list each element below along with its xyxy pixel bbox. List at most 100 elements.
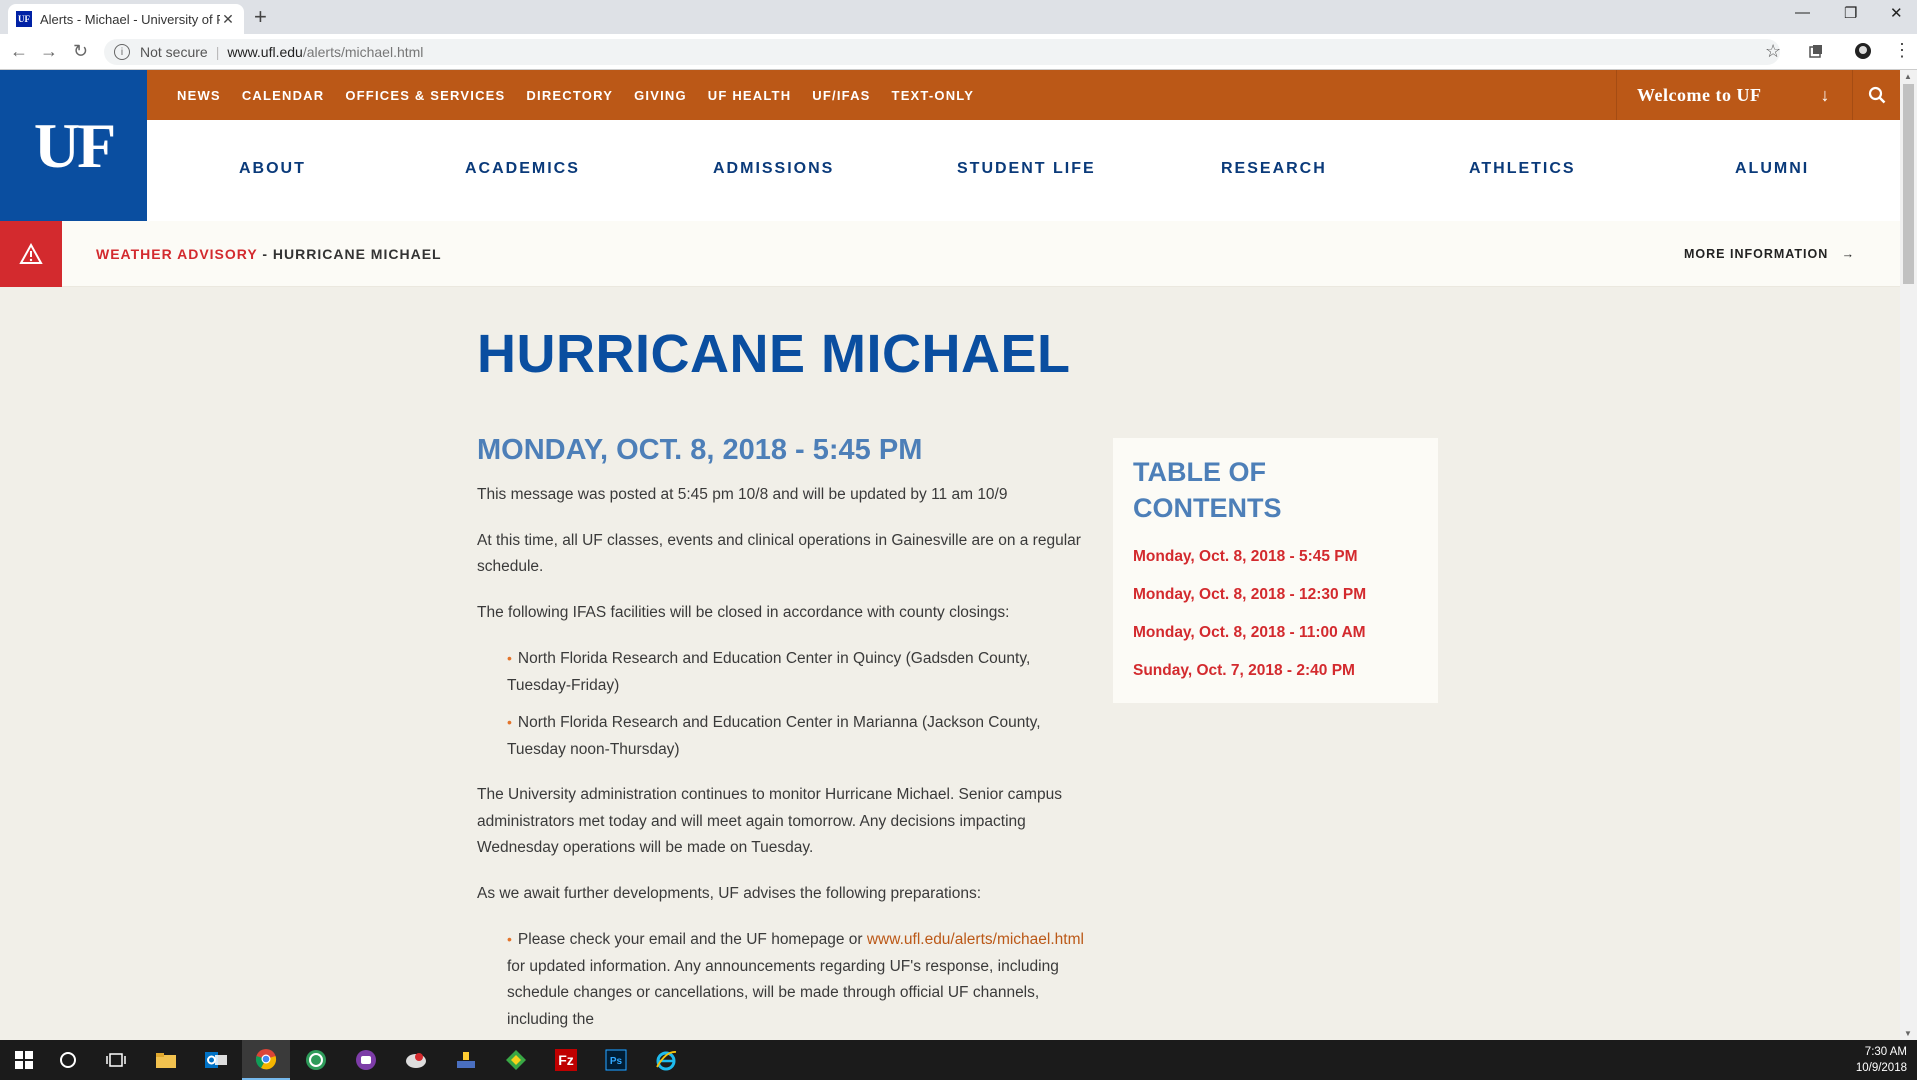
internet-explorer-icon[interactable] xyxy=(642,1040,690,1080)
search-icon xyxy=(1868,86,1885,104)
file-explorer-icon[interactable] xyxy=(142,1040,190,1080)
chrome-icon[interactable] xyxy=(242,1040,290,1080)
main-nav-alumni[interactable]: ALUMNI xyxy=(1735,160,1809,178)
toc-title: TABLE OF CONTENTS xyxy=(1133,457,1282,523)
main-nav-student-life[interactable]: STUDENT LIFE xyxy=(957,160,1096,178)
list-item: • North Florida Research and Education Ce… xyxy=(507,714,1041,758)
diamond-app-icon[interactable] xyxy=(492,1040,540,1080)
main-nav-about[interactable]: ABOUT xyxy=(239,160,306,178)
closures-list: • North Florida Research and Education Ce… xyxy=(507,645,1097,763)
alert-title: HURRICANE MICHAEL xyxy=(272,246,442,262)
system-clock[interactable]: 7:30 AM 10/9/2018 xyxy=(1856,1044,1907,1076)
restore-icon[interactable]: ❐ xyxy=(1844,4,1857,22)
svg-text:Ps: Ps xyxy=(610,1056,623,1067)
alert-type[interactable]: WEATHER ADVISORY xyxy=(96,246,257,262)
main-nav: ABOUT ACADEMICS ADMISSIONS STUDENT LIFE … xyxy=(147,120,1900,221)
toc-link[interactable]: Monday, Oct. 8, 2018 - 5:45 PM xyxy=(1133,548,1418,566)
minimize-icon[interactable]: — xyxy=(1795,4,1810,21)
nav-directory[interactable]: DIRECTORY xyxy=(526,88,613,103)
close-tab-icon[interactable]: ✕ xyxy=(220,11,236,28)
address-toolbar: ← → ↻ i Not secure | www.ufl.edu/alerts/… xyxy=(0,34,1917,70)
back-icon[interactable]: ← xyxy=(10,41,28,62)
url-text[interactable]: www.ufl.edu/alerts/michael.html xyxy=(227,44,423,60)
nav-news[interactable]: NEWS xyxy=(177,88,221,103)
page-viewport: UF NEWS CALENDAR OFFICES & SERVICES DIRE… xyxy=(0,70,1900,1040)
nav-uf-ifas[interactable]: UF/IFAS xyxy=(812,88,870,103)
bullet-icon: • xyxy=(507,931,512,947)
section-heading: MONDAY, OCT. 8, 2018 - 5:45 PM xyxy=(477,434,923,466)
more-information-link[interactable]: MORE INFORMATION → xyxy=(1684,247,1855,261)
purple-app-icon[interactable] xyxy=(342,1040,390,1080)
list-item: • North Florida Research and Education Ce… xyxy=(507,650,1031,694)
paragraph: At this time, all UF classes, events and… xyxy=(477,531,1081,576)
uf-favicon-icon: UF xyxy=(16,11,32,27)
browser-tab-bar: UF Alerts - Michael - University of Fl ✕… xyxy=(0,0,1917,34)
nav-offices-services[interactable]: OFFICES & SERVICES xyxy=(345,88,505,103)
scroll-thumb[interactable] xyxy=(1903,84,1914,284)
browser-tab[interactable]: UF Alerts - Michael - University of Fl ✕ xyxy=(8,4,244,34)
warning-icon xyxy=(0,221,62,287)
nav-text-only[interactable]: TEXT-ONLY xyxy=(892,88,975,103)
nav-calendar[interactable]: CALENDAR xyxy=(242,88,325,103)
paragraph: The following IFAS facilities will be cl… xyxy=(477,603,1010,621)
bullet-icon: • xyxy=(507,714,512,730)
url-omnibox[interactable]: i Not secure | www.ufl.edu/alerts/michae… xyxy=(104,39,1780,65)
uf-logo[interactable]: UF xyxy=(0,70,147,221)
paragraph: As we await further developments, UF adv… xyxy=(477,884,981,902)
network-app-icon[interactable] xyxy=(442,1040,490,1080)
main-nav-admissions[interactable]: ADMISSIONS xyxy=(713,160,834,178)
profile-avatar[interactable] xyxy=(1855,43,1871,59)
paragraph: This message was posted at 5:45 pm 10/8 … xyxy=(477,486,1008,503)
green-app-icon[interactable] xyxy=(292,1040,340,1080)
clock-time: 7:30 AM xyxy=(1864,1046,1907,1058)
tab-title: Alerts - Michael - University of Fl xyxy=(40,11,220,27)
alert-banner: WEATHER ADVISORY - HURRICANE MICHAEL MOR… xyxy=(0,221,1900,287)
cortana-icon[interactable] xyxy=(44,1040,92,1080)
main-nav-research[interactable]: RESEARCH xyxy=(1221,160,1327,178)
article-body: This message was posted at 5:45 pm 10/8 … xyxy=(477,482,1097,1040)
scroll-down-icon[interactable]: ▼ xyxy=(1904,1029,1912,1038)
toc-link[interactable]: Sunday, Oct. 7, 2018 - 2:40 PM xyxy=(1133,662,1418,680)
page-scrollbar[interactable]: ▲ ▼ xyxy=(1900,70,1917,1040)
main-nav-athletics[interactable]: ATHLETICS xyxy=(1469,160,1576,178)
task-view-icon[interactable] xyxy=(92,1040,140,1080)
filezilla-icon[interactable]: Fz xyxy=(542,1040,590,1080)
toc-link[interactable]: Monday, Oct. 8, 2018 - 12:30 PM xyxy=(1133,586,1418,604)
bookmark-star-icon[interactable]: ☆ xyxy=(1765,41,1781,62)
welcome-label: Welcome to UF xyxy=(1637,84,1762,105)
windows-taskbar: Fz Ps 7:30 AM 10/9/2018 xyxy=(0,1040,1917,1080)
photoshop-icon[interactable]: Ps xyxy=(592,1040,640,1080)
security-status: Not secure xyxy=(140,44,208,60)
nav-uf-health[interactable]: UF HEALTH xyxy=(708,88,792,103)
main-nav-academics[interactable]: ACADEMICS xyxy=(465,160,580,178)
scroll-up-icon[interactable]: ▲ xyxy=(1904,72,1912,81)
clock-date: 10/9/2018 xyxy=(1855,1062,1907,1074)
page-title: HURRICANE MICHAEL xyxy=(477,324,1071,384)
utility-links: NEWS CALENDAR OFFICES & SERVICES DIRECTO… xyxy=(177,70,974,120)
utility-nav: NEWS CALENDAR OFFICES & SERVICES DIRECTO… xyxy=(147,70,1900,120)
forward-icon[interactable]: → xyxy=(40,41,58,62)
pinned-app-icon[interactable] xyxy=(392,1040,440,1080)
arrow-down-icon: ↓ xyxy=(1820,84,1830,105)
reload-icon[interactable]: ↻ xyxy=(73,41,88,62)
welcome-dropdown[interactable]: Welcome to UF ↓ xyxy=(1616,70,1853,120)
bullet-icon: • xyxy=(507,650,512,666)
info-icon[interactable]: i xyxy=(114,44,130,60)
preparations-list: • Please check your email and the UF home… xyxy=(507,926,1097,1033)
alert-label: WEATHER ADVISORY - HURRICANE MICHAEL xyxy=(96,246,442,262)
svg-text:Fz: Fz xyxy=(558,1052,574,1068)
table-of-contents: TABLE OF CONTENTS Monday, Oct. 8, 2018 -… xyxy=(1113,438,1438,703)
nav-giving[interactable]: GIVING xyxy=(634,88,687,103)
search-button[interactable] xyxy=(1853,70,1900,120)
menu-kebab-icon[interactable]: ⋮ xyxy=(1893,40,1911,61)
new-tab-icon[interactable]: + xyxy=(254,6,267,28)
paragraph: The University administration continues … xyxy=(477,786,1062,856)
outlook-icon[interactable] xyxy=(192,1040,240,1080)
list-item: • Please check your email and the UF home… xyxy=(507,931,1084,1028)
alerts-page-link[interactable]: www.ufl.edu/alerts/michael.html xyxy=(867,931,1084,948)
toc-link[interactable]: Monday, Oct. 8, 2018 - 11:00 AM xyxy=(1133,624,1418,642)
windows-start-icon[interactable] xyxy=(0,1040,48,1080)
close-window-icon[interactable]: ✕ xyxy=(1890,4,1903,22)
extension-icon[interactable] xyxy=(1808,43,1824,59)
arrow-right-icon: → xyxy=(1841,247,1856,261)
